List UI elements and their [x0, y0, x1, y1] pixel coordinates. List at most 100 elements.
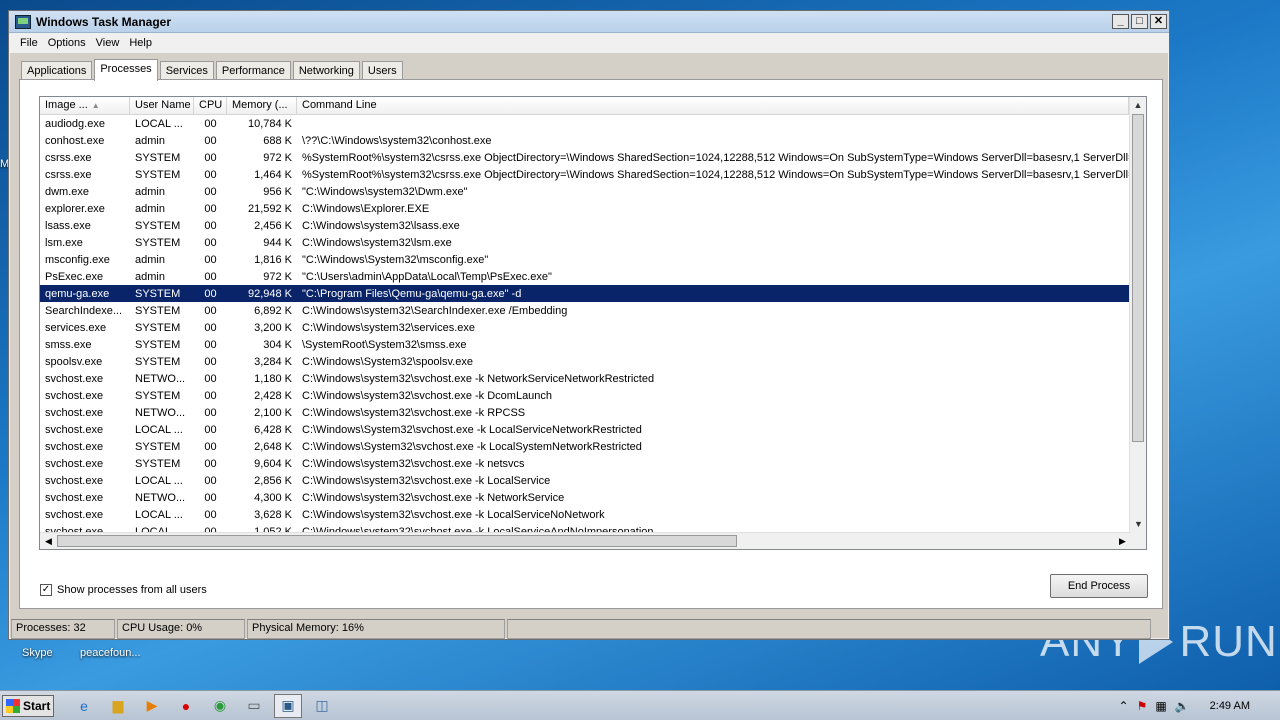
action-center-icon[interactable]: ⚑	[1137, 699, 1148, 713]
vertical-scroll-thumb[interactable]	[1132, 114, 1144, 442]
cell-cpu: 00	[204, 457, 217, 470]
horizontal-scroll-thumb[interactable]	[57, 535, 737, 547]
media-player-icon[interactable]: ▶	[138, 694, 166, 718]
cell-user-name: SYSTEM	[135, 287, 181, 300]
show-all-users-row[interactable]: ✓ Show processes from all users	[40, 584, 207, 596]
desktop-icon-peacefoun[interactable]: peacefoun...	[80, 647, 141, 659]
start-button[interactable]: Start	[2, 694, 54, 717]
show-all-users-label[interactable]: Show processes from all users	[57, 584, 207, 596]
table-row[interactable]: lsm.exe SYSTEM 00 944 K C:\Windows\system32\…	[40, 234, 1146, 251]
table-row[interactable]: svchost.exe NETWO... 00 1,180 K C:\Windows\s…	[40, 370, 1146, 387]
column-image-name[interactable]: Image ... ▲	[40, 97, 130, 114]
tab-strip: Applications Processes Services Performa…	[21, 59, 405, 81]
table-row[interactable]: conhost.exe admin 00 688 K \??\C:\Windows\sy…	[40, 132, 1146, 149]
cell-user-name: admin	[135, 253, 165, 266]
cell-user-name: NETWO...	[135, 406, 186, 419]
clock[interactable]: 2:49 AM	[1210, 700, 1250, 712]
tab-performance[interactable]: Performance	[215, 61, 291, 80]
cell-image-name: qemu-ga.exe	[45, 287, 110, 300]
network-icon[interactable]: ▦	[1155, 699, 1166, 713]
column-memory[interactable]: Memory (...	[227, 97, 297, 114]
tab-users[interactable]: Users	[361, 61, 403, 80]
show-hidden-icons-icon[interactable]: ⌃	[1119, 699, 1129, 713]
table-row[interactable]: csrss.exe SYSTEM 00 1,464 K %SystemRoot%\sys…	[40, 166, 1146, 183]
task-manager-icon	[15, 14, 31, 29]
column-user-name[interactable]: User Name	[130, 97, 194, 114]
table-row[interactable]: SearchIndexe... SYSTEM 00 6,892 K C:\Windows…	[40, 302, 1146, 319]
file-explorer-icon[interactable]: ▆	[104, 694, 132, 718]
vertical-scrollbar[interactable]: ▲ ▼	[1129, 97, 1146, 549]
cell-image-name: PsExec.exe	[45, 270, 104, 283]
title-bar[interactable]: Windows Task Manager _ □ ✕	[9, 11, 1169, 33]
scroll-up-icon[interactable]: ▲	[1130, 97, 1146, 114]
cell-memory: 3,200 K	[254, 321, 292, 334]
cell-image-name: lsm.exe	[45, 236, 83, 249]
table-row[interactable]: qemu-ga.exe SYSTEM 00 92,948 K "C:\Program F…	[40, 285, 1146, 302]
cell-cpu: 00	[204, 117, 217, 130]
table-row[interactable]: spoolsv.exe SYSTEM 00 3,284 K C:\Windows\Sys…	[40, 353, 1146, 370]
show-all-users-checkbox[interactable]: ✓	[40, 584, 52, 596]
scroll-left-icon[interactable]: ◀	[40, 533, 57, 549]
end-process-button[interactable]: End Process	[1050, 574, 1148, 598]
process-list[interactable]: Image ... ▲ User Name CPU Memory (... Com…	[39, 96, 1147, 550]
cell-memory: 6,892 K	[254, 304, 292, 317]
chrome-icon[interactable]: ◉	[206, 694, 234, 718]
task-manager-taskbar-icon[interactable]: ▣	[274, 693, 302, 718]
cell-memory: 10,784 K	[247, 117, 292, 130]
minimize-button[interactable]: _	[1112, 14, 1129, 29]
table-row[interactable]: svchost.exe NETWO... 00 4,300 K C:\Windows\s…	[40, 489, 1146, 506]
cell-image-name: svchost.exe	[45, 457, 104, 470]
cell-image-name: svchost.exe	[45, 389, 104, 402]
remote-desktop-icon[interactable]: ◫	[308, 694, 336, 718]
tab-applications[interactable]: Applications	[21, 61, 93, 80]
menu-file[interactable]: File	[15, 37, 43, 49]
table-row[interactable]: smss.exe SYSTEM 00 304 K \SystemRoot\System3…	[40, 336, 1146, 353]
scroll-down-icon[interactable]: ▼	[1130, 516, 1146, 533]
table-row[interactable]: msconfig.exe admin 00 1,816 K "C:\Windows\Sy…	[40, 251, 1146, 268]
cell-cpu: 00	[204, 440, 217, 453]
cell-command-line: C:\Windows\system32\lsass.exe	[302, 219, 460, 232]
menu-options[interactable]: Options	[43, 37, 91, 49]
menu-bar: File Options View Help	[9, 33, 1169, 53]
cell-command-line: \??\C:\Windows\system32\conhost.exe	[302, 134, 492, 147]
windows-logo-icon	[6, 698, 20, 713]
cell-command-line: %SystemRoot%\system32\csrss.exe ObjectDi…	[302, 151, 1129, 164]
tab-processes[interactable]: Processes	[94, 59, 158, 81]
system-tray: ⌃ ⚑ ▦ 🔈 2:49 AM	[1115, 691, 1280, 720]
volume-icon[interactable]: 🔈	[1175, 699, 1190, 713]
desktop-icon-skype[interactable]: Skype	[22, 647, 53, 659]
scroll-right-icon[interactable]: ▶	[1114, 533, 1131, 549]
table-row[interactable]: svchost.exe NETWO... 00 2,100 K C:\Windows\s…	[40, 404, 1146, 421]
table-row[interactable]: svchost.exe LOCAL ... 00 6,428 K C:\Windows\…	[40, 421, 1146, 438]
menu-help[interactable]: Help	[124, 37, 157, 49]
table-row[interactable]: svchost.exe SYSTEM 00 9,604 K C:\Windows\sys…	[40, 455, 1146, 472]
cell-image-name: svchost.exe	[45, 372, 104, 385]
window-app-icon[interactable]: ▭	[240, 694, 268, 718]
cell-image-name: audiodg.exe	[45, 117, 105, 130]
table-row[interactable]: explorer.exe admin 00 21,592 K C:\Windows\Ex…	[40, 200, 1146, 217]
table-row[interactable]: csrss.exe SYSTEM 00 972 K %SystemRoot%\syste…	[40, 149, 1146, 166]
cell-memory: 972 K	[263, 151, 292, 164]
table-row[interactable]: lsass.exe SYSTEM 00 2,456 K C:\Windows\syste…	[40, 217, 1146, 234]
cell-image-name: svchost.exe	[45, 474, 104, 487]
table-row[interactable]: svchost.exe LOCAL ... 00 3,628 K C:\Windows\…	[40, 506, 1146, 523]
horizontal-scrollbar[interactable]: ◀ ▶	[40, 532, 1131, 549]
table-row[interactable]: svchost.exe SYSTEM 00 2,648 K C:\Windows\Sys…	[40, 438, 1146, 455]
table-row[interactable]: svchost.exe LOCAL ... 00 2,856 K C:\Windows\…	[40, 472, 1146, 489]
cell-image-name: spoolsv.exe	[45, 355, 103, 368]
table-row[interactable]: services.exe SYSTEM 00 3,200 K C:\Windows\sy…	[40, 319, 1146, 336]
maximize-button[interactable]: □	[1131, 14, 1148, 29]
table-row[interactable]: dwm.exe admin 00 956 K "C:\Windows\system32\…	[40, 183, 1146, 200]
menu-view[interactable]: View	[91, 37, 125, 49]
opera-icon[interactable]: ●	[172, 694, 200, 718]
table-row[interactable]: svchost.exe SYSTEM 00 2,428 K C:\Windows\sys…	[40, 387, 1146, 404]
table-row[interactable]: audiodg.exe LOCAL ... 00 10,784 K	[40, 115, 1146, 132]
internet-explorer-icon[interactable]: e	[70, 694, 98, 718]
cell-user-name: SYSTEM	[135, 168, 181, 181]
tab-networking[interactable]: Networking	[292, 61, 360, 80]
close-button[interactable]: ✕	[1150, 14, 1167, 29]
table-row[interactable]: PsExec.exe admin 00 972 K "C:\Users\admin\Ap…	[40, 268, 1146, 285]
column-command-line[interactable]: Command Line	[297, 97, 1129, 114]
column-cpu[interactable]: CPU	[194, 97, 227, 114]
tab-services[interactable]: Services	[159, 61, 214, 80]
